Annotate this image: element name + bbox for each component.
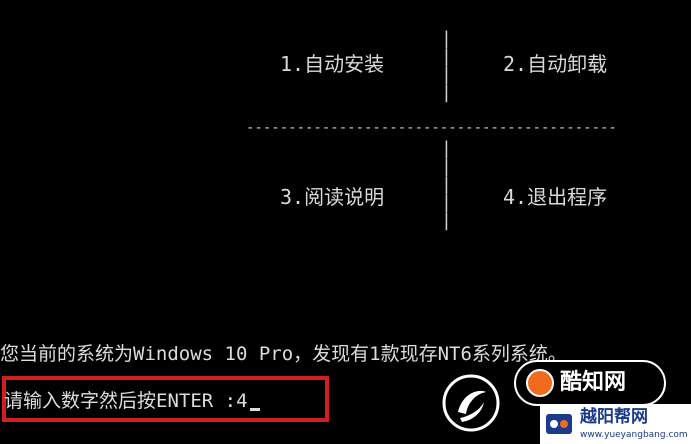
watermark-swirl-logo-icon xyxy=(442,374,500,432)
watermark-site-icon xyxy=(546,414,572,434)
watermark-site-title: 越阳帮网 xyxy=(580,407,648,427)
menu-item-install: 1.自动安装 xyxy=(280,52,385,76)
menu-vertical-divider-top: | | | | xyxy=(441,28,452,103)
menu-item-readme: 3.阅读说明 xyxy=(280,185,385,209)
menu-horizontal-divider: ----------------------------------------… xyxy=(246,120,616,136)
input-prompt[interactable]: 请输入数字然后按ENTER :4 xyxy=(4,388,260,414)
text-cursor xyxy=(249,408,260,411)
watermark-badge-dot-icon xyxy=(526,369,554,397)
watermark-site-banner: 越阳帮网 www.yueyangbang.com xyxy=(540,404,691,444)
menu-item-exit: 4.退出程序 xyxy=(503,185,608,209)
menu-item-uninstall: 2.自动卸载 xyxy=(503,52,608,76)
watermark-badge: 酷知网 xyxy=(514,360,666,406)
input-prompt-text: 请输入数字然后按ENTER :4 xyxy=(4,390,248,412)
watermark-badge-text: 酷知网 xyxy=(560,370,627,395)
menu-vertical-divider-bottom: | | | | | xyxy=(441,138,452,231)
console-window: 1.自动安装 2.自动卸载 | | | | ------------------… xyxy=(0,0,691,444)
watermark-site-url: www.yueyangbang.com xyxy=(580,430,688,440)
